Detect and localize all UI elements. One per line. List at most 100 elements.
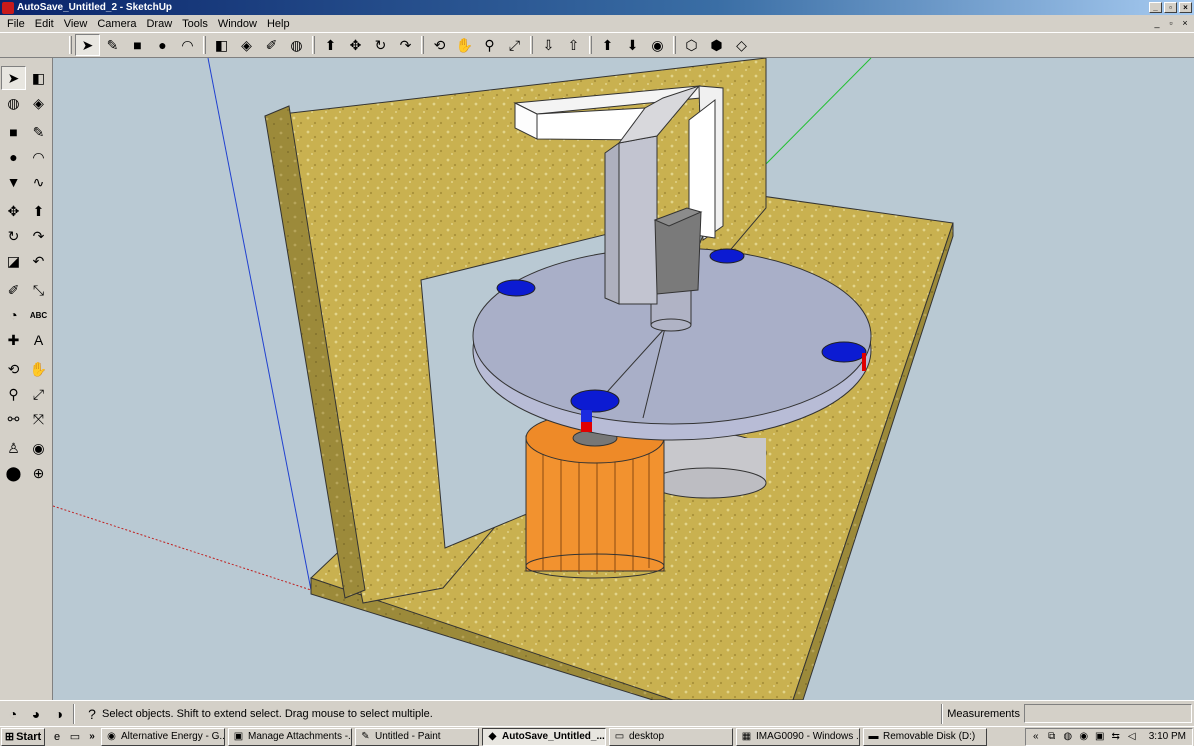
document-close-button[interactable]: × bbox=[1178, 17, 1192, 30]
maximize-button[interactable]: ▫ bbox=[1164, 2, 1177, 13]
toolbar-circle-button[interactable]: ● bbox=[150, 34, 175, 56]
taskbar-button-image-viewer[interactable]: ▦ IMAG0090 - Windows ... bbox=[736, 727, 860, 746]
toolbar-pencil-button[interactable]: ✎ bbox=[100, 34, 125, 56]
toolbar-zoom-button[interactable]: ⚲ bbox=[477, 34, 502, 56]
toolbar-grip[interactable] bbox=[203, 36, 206, 54]
tool-position-camera-button[interactable]: ♙ bbox=[1, 436, 26, 460]
toolbar-extension-button[interactable]: ◇ bbox=[729, 34, 754, 56]
security-icon[interactable]: ◍ bbox=[1061, 730, 1075, 744]
tool-orbit-button[interactable]: ⟲ bbox=[1, 357, 26, 381]
tool-tape-measure-button[interactable]: ✐ bbox=[1, 278, 26, 302]
credits-status-icon[interactable]: ◕ bbox=[26, 704, 46, 724]
tray-chevron[interactable]: « bbox=[1029, 730, 1043, 744]
menu-view[interactable]: View bbox=[59, 18, 93, 30]
menu-draw[interactable]: Draw bbox=[141, 18, 177, 30]
quick-launch-chevron[interactable]: » bbox=[85, 731, 99, 742]
tool-arc-button[interactable]: ◠ bbox=[26, 145, 51, 169]
tool-zoom-window-button[interactable]: ⤢ bbox=[26, 382, 51, 406]
toolbar-push-pull-button[interactable]: ⬆ bbox=[318, 34, 343, 56]
update-icon[interactable]: ◉ bbox=[1077, 730, 1091, 744]
tool-protractor-button[interactable]: ◔ bbox=[1, 303, 26, 327]
toolbar-get-models-button[interactable]: ⇩ bbox=[536, 34, 561, 56]
tool-push-pull-button[interactable]: ⬆ bbox=[26, 199, 51, 223]
toolbar-tape-measure-button[interactable]: ✐ bbox=[259, 34, 284, 56]
tool-polygon-button[interactable]: ▼ bbox=[1, 170, 26, 194]
toolbar-pan-button[interactable]: ✋ bbox=[452, 34, 477, 56]
toolbar-grip[interactable] bbox=[69, 36, 72, 54]
close-button[interactable]: × bbox=[1179, 2, 1192, 13]
show-desktop-icon[interactable]: ▭ bbox=[67, 729, 83, 745]
toolbar-grip[interactable] bbox=[589, 36, 592, 54]
menu-tools[interactable]: Tools bbox=[177, 18, 213, 30]
model-viewport[interactable] bbox=[53, 58, 1194, 700]
toolbar-move-button[interactable]: ✥ bbox=[343, 34, 368, 56]
tool-move-button[interactable]: ✥ bbox=[1, 199, 26, 223]
toolbar-grip[interactable] bbox=[530, 36, 533, 54]
toolbar-component-options-button[interactable]: ⬡ bbox=[679, 34, 704, 56]
user-status-icon[interactable]: ◑ bbox=[49, 704, 69, 724]
menu-help[interactable]: Help bbox=[262, 18, 295, 30]
tool-dimension-button[interactable]: ⤡ bbox=[26, 278, 51, 302]
tool-select-button[interactable]: ➤ bbox=[1, 66, 26, 90]
tool-3d-text-button[interactable]: A bbox=[26, 328, 51, 352]
toolbar-grip[interactable] bbox=[312, 36, 315, 54]
menu-window[interactable]: Window bbox=[213, 18, 262, 30]
tool-axes-button[interactable]: ✚ bbox=[1, 328, 26, 352]
toolbar-eraser-button[interactable]: ◈ bbox=[234, 34, 259, 56]
toolbar-make-component-button[interactable]: ◧ bbox=[209, 34, 234, 56]
taskbar-button-folder[interactable]: ▭ desktop bbox=[609, 727, 733, 746]
toolbar-geo-location-button[interactable]: ◉ bbox=[645, 34, 670, 56]
toolbar-share-model-button[interactable]: ⇧ bbox=[561, 34, 586, 56]
toolbar-paint-bucket-button[interactable]: ◍ bbox=[284, 34, 309, 56]
tool-pan-button[interactable]: ✋ bbox=[26, 357, 51, 381]
internet-explorer-icon[interactable]: e bbox=[49, 729, 65, 745]
toolbar-components-button[interactable]: ⬢ bbox=[704, 34, 729, 56]
tool-previous-view-button[interactable]: ⚯ bbox=[1, 407, 26, 431]
tool-rotate-button[interactable]: ↻ bbox=[1, 224, 26, 248]
tool-zoom-button[interactable]: ⚲ bbox=[1, 382, 26, 406]
taskbar-button-attachments[interactable]: ▣ Manage Attachments -... bbox=[228, 727, 352, 746]
toolbar-follow-me-button[interactable]: ↷ bbox=[393, 34, 418, 56]
taskbar-button-chrome[interactable]: ◉ Alternative Energy - G... bbox=[101, 727, 225, 746]
taskbar-button-paint[interactable]: ✎ Untitled - Paint bbox=[355, 727, 479, 746]
toolbar-grip[interactable] bbox=[673, 36, 676, 54]
minimize-button[interactable]: _ bbox=[1149, 2, 1162, 13]
geo-location-status-icon[interactable]: ◔ bbox=[3, 704, 23, 724]
tool-make-component-button[interactable]: ◧ bbox=[26, 66, 51, 90]
measurements-field[interactable] bbox=[1024, 704, 1192, 723]
document-restore-button[interactable]: ▫ bbox=[1164, 17, 1178, 30]
display-icon[interactable]: ▣ bbox=[1093, 730, 1107, 744]
tool-circle-button[interactable]: ● bbox=[1, 145, 26, 169]
toolbar-orbit-button[interactable]: ⟲ bbox=[427, 34, 452, 56]
taskbar-button-drive[interactable]: ▬ Removable Disk (D:) bbox=[863, 727, 987, 746]
menu-camera[interactable]: Camera bbox=[92, 18, 141, 30]
menu-file[interactable]: File bbox=[2, 18, 30, 30]
toolbar-grip[interactable] bbox=[421, 36, 424, 54]
taskbar-button-sketchup[interactable]: ◆ AutoSave_Untitled_... bbox=[482, 727, 606, 746]
toolbar-rectangle-button[interactable]: ■ bbox=[125, 34, 150, 56]
toolbar-zoom-extents-button[interactable]: ⤢ bbox=[502, 34, 527, 56]
start-button[interactable]: ⊞ Start bbox=[1, 727, 45, 746]
tool-follow-me-button[interactable]: ↷ bbox=[26, 224, 51, 248]
toolbar-get-photo-texture-button[interactable]: ⬇ bbox=[620, 34, 645, 56]
network-icon[interactable]: ⧉ bbox=[1045, 730, 1059, 744]
toolbar-share-component-button[interactable]: ⬆ bbox=[595, 34, 620, 56]
tool-section-plane-button[interactable]: ⊕ bbox=[26, 461, 51, 485]
tool-scale-button[interactable]: ◪ bbox=[1, 249, 26, 273]
tool-text-button[interactable]: ABC bbox=[26, 303, 51, 327]
tool-zoom-extents-button[interactable]: ⤧ bbox=[26, 407, 51, 431]
tool-walk-button[interactable]: ⬤ bbox=[1, 461, 26, 485]
volume-icon[interactable]: ◁ bbox=[1125, 730, 1139, 744]
tool-line-button[interactable]: ✎ bbox=[26, 120, 51, 144]
safely-remove-icon[interactable]: ⇆ bbox=[1109, 730, 1123, 744]
sketchup-app-icon[interactable] bbox=[2, 1, 14, 14]
menu-edit[interactable]: Edit bbox=[30, 18, 59, 30]
toolbar-rotate-button[interactable]: ↻ bbox=[368, 34, 393, 56]
tool-rectangle-button[interactable]: ■ bbox=[1, 120, 26, 144]
tool-freehand-button[interactable]: ∿ bbox=[26, 170, 51, 194]
toolbar-select-button[interactable]: ➤ bbox=[75, 34, 100, 56]
tool-look-around-button[interactable]: ◉ bbox=[26, 436, 51, 460]
tool-paint-bucket-button[interactable]: ◍ bbox=[1, 91, 26, 115]
tool-offset-button[interactable]: ↶ bbox=[26, 249, 51, 273]
document-minimize-button[interactable]: _ bbox=[1150, 17, 1164, 30]
